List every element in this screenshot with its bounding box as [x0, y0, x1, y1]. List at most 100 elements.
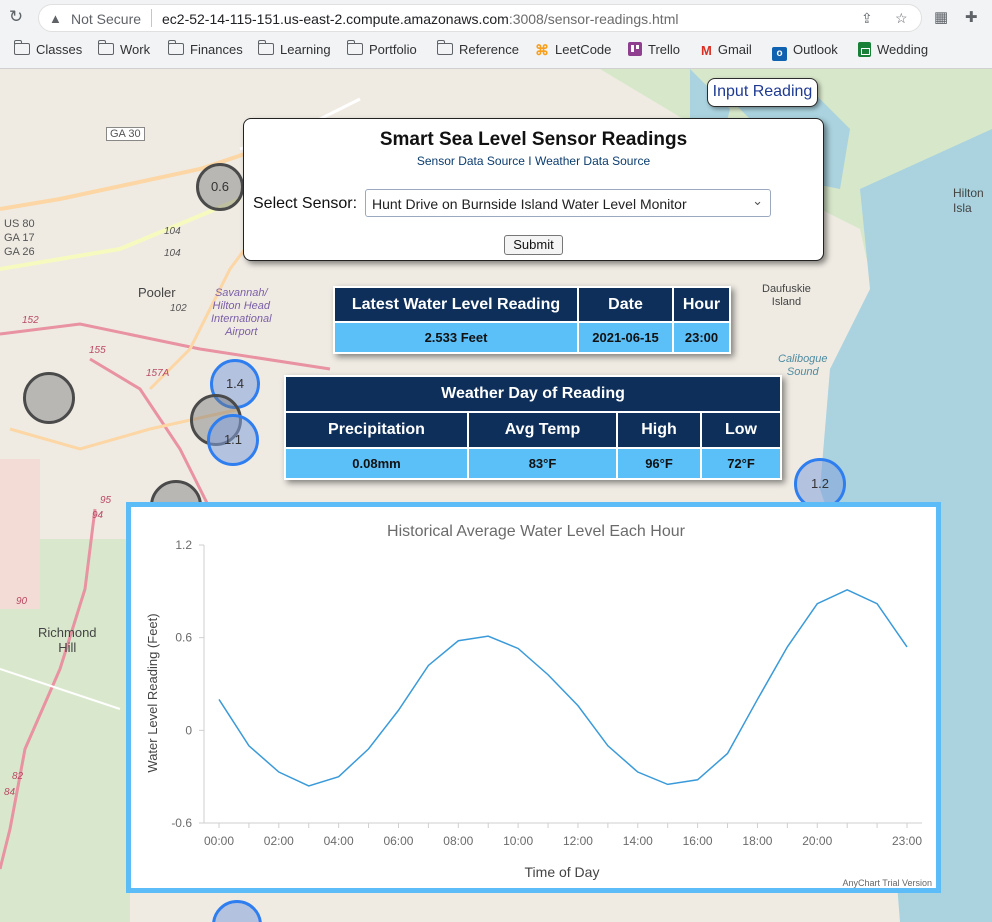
map-label-richmond: Richmond Hill: [38, 625, 97, 655]
sensor-marker[interactable]: 0.6: [196, 163, 244, 211]
table-row: 2.533 Feet 2021-06-15 23:00: [335, 323, 729, 352]
bookmark-label: LeetCode: [555, 42, 612, 57]
x-tick-label: 12:00: [563, 834, 593, 848]
url-path: :3008/sensor-readings.html: [508, 11, 679, 27]
select-sensor-label: Select Sensor:: [253, 195, 358, 212]
map-label-ga26: GA 26: [4, 246, 35, 258]
water-level-series-line: [218, 588, 908, 787]
table-header-row: Precipitation Avg Temp High Low: [286, 413, 780, 447]
security-label[interactable]: Not Secure: [71, 11, 141, 27]
marker-label: 0.6: [210, 179, 230, 194]
chart-title: Historical Average Water Level Each Hour: [387, 523, 686, 540]
address-bar[interactable]: ▲ Not Secure ec2-52-14-115-151.us-east-2…: [38, 4, 922, 32]
reload-icon[interactable]: ↻: [6, 7, 26, 27]
table-header: High: [618, 413, 700, 447]
map-label-hilton: Hilton Isla: [953, 186, 984, 215]
table-header: Low: [702, 413, 780, 447]
map-label-84: 84: [4, 787, 16, 798]
bookmark-outlook[interactable]: o Outlook: [772, 42, 838, 61]
bookmark-classes[interactable]: Classes: [14, 40, 82, 57]
x-tick-label: 06:00: [383, 834, 413, 848]
table-row: 0.08mm 83°F 96°F 72°F: [286, 449, 780, 478]
sensor-data-source-link[interactable]: Sensor Data Source: [417, 154, 525, 168]
bookmark-label: Trello: [648, 42, 681, 57]
bookmark-learning[interactable]: Learning: [258, 40, 331, 57]
bookmark-wedding[interactable]: Wedding: [858, 42, 928, 57]
chart-x-axis-label: Time of Day: [525, 864, 600, 880]
table-header: Latest Water Level Reading: [335, 288, 577, 321]
x-tick-label: 18:00: [742, 834, 772, 848]
chart-svg: Historical Average Water Level Each Hour…: [145, 523, 922, 880]
map-label-ga30: GA 30: [106, 127, 145, 141]
weather-data-source-link[interactable]: Weather Data Source: [535, 154, 650, 168]
sensor-panel: Smart Sea Level Sensor Readings Sensor D…: [243, 118, 824, 261]
map-label-us80: US 80: [4, 218, 35, 230]
bookmark-work[interactable]: Work: [98, 40, 151, 57]
folder-icon: [437, 40, 453, 55]
trello-icon: [628, 42, 642, 56]
x-tick-label: 20:00: [802, 834, 832, 848]
star-icon[interactable]: ☆: [895, 10, 908, 27]
sensor-marker[interactable]: [23, 372, 75, 424]
chart-watermark: AnyChart Trial Version: [842, 878, 932, 888]
bookmark-trello[interactable]: Trello: [628, 42, 680, 57]
y-tick-label: 0: [185, 723, 192, 737]
bookmark-finances[interactable]: Finances: [168, 40, 243, 57]
marker-label: 1.4: [225, 376, 245, 391]
bookmark-reference[interactable]: Reference: [437, 40, 519, 57]
bookmark-label: Work: [120, 42, 151, 57]
divider: [151, 9, 152, 27]
outlook-icon: o: [772, 47, 787, 61]
avg-temp-value: 83°F: [469, 449, 616, 478]
data-source-links: Sensor Data Source I Weather Data Source: [244, 154, 823, 168]
x-tick-label: 10:00: [503, 834, 533, 848]
table-header: Precipitation: [286, 413, 467, 447]
chart-y-axis-label: Water Level Reading (Feet): [145, 613, 160, 772]
selected-sensor-value: Hunt Drive on Burnside Island Water Leve…: [372, 196, 687, 212]
x-tick-label: 08:00: [443, 834, 473, 848]
map-label-155: 155: [89, 345, 106, 356]
url-host: ec2-52-14-115-151.us-east-2.compute.amaz…: [162, 11, 509, 27]
map-label-pooler: Pooler: [138, 285, 176, 300]
share-icon[interactable]: ⇪: [861, 10, 873, 27]
table-header: Date: [579, 288, 672, 321]
map-label-calibogue: Calibogue Sound: [778, 353, 828, 378]
warning-icon[interactable]: ▲: [49, 11, 62, 26]
bookmark-portfolio[interactable]: Portfolio: [347, 40, 417, 57]
latest-reading-table: Latest Water Level Reading Date Hour 2.5…: [333, 286, 731, 354]
folder-icon: [14, 40, 30, 55]
url-bar-row: ↻ ▲ Not Secure ec2-52-14-115-151.us-east…: [0, 0, 992, 36]
sensor-marker[interactable]: 1.1: [207, 414, 259, 466]
map-label-airport: Savannah/ Hilton Head International Airp…: [211, 287, 272, 338]
marker-label: 1.1: [223, 432, 243, 447]
map-label-94: 94: [92, 510, 104, 521]
bookmark-label: Gmail: [717, 42, 752, 57]
bookmark-label: Outlook: [793, 42, 838, 57]
water-level-chart: Historical Average Water Level Each Hour…: [126, 502, 941, 893]
y-tick-label: 0.6: [175, 631, 192, 645]
sensor-select[interactable]: Hunt Drive on Burnside Island Water Leve…: [365, 189, 771, 217]
bookmarks-bar: Classes Work Finances Learning Portfolio…: [0, 37, 992, 65]
map-label-82: 82: [12, 771, 24, 782]
bookmark-leetcode[interactable]: ⌘ LeetCode: [535, 42, 611, 59]
table-header: Avg Temp: [469, 413, 616, 447]
y-tick-label: 1.2: [175, 538, 192, 552]
bookmark-gmail[interactable]: M Gmail: [701, 42, 752, 58]
precipitation-value: 0.08mm: [286, 449, 467, 478]
x-tick-label: 23:00: [892, 834, 922, 848]
date-value: 2021-06-15: [579, 323, 672, 352]
map-label-157a: 157A: [146, 368, 170, 379]
bookmark-label: Portfolio: [369, 42, 417, 57]
sheets-icon: [858, 42, 871, 57]
low-temp-value: 72°F: [702, 449, 780, 478]
weather-table-title: Weather Day of Reading: [286, 377, 780, 411]
submit-button[interactable]: Submit: [504, 235, 563, 255]
url-text[interactable]: ec2-52-14-115-151.us-east-2.compute.amaz…: [162, 11, 678, 27]
input-reading-button[interactable]: Input Reading: [707, 78, 818, 107]
link-separator: I: [528, 154, 532, 168]
map-label-102: 102: [170, 303, 187, 314]
puzzle-icon[interactable]: ✚: [965, 8, 978, 26]
extension-icon[interactable]: ▦: [934, 8, 948, 26]
map-label-152: 152: [22, 315, 39, 326]
folder-icon: [258, 40, 274, 55]
